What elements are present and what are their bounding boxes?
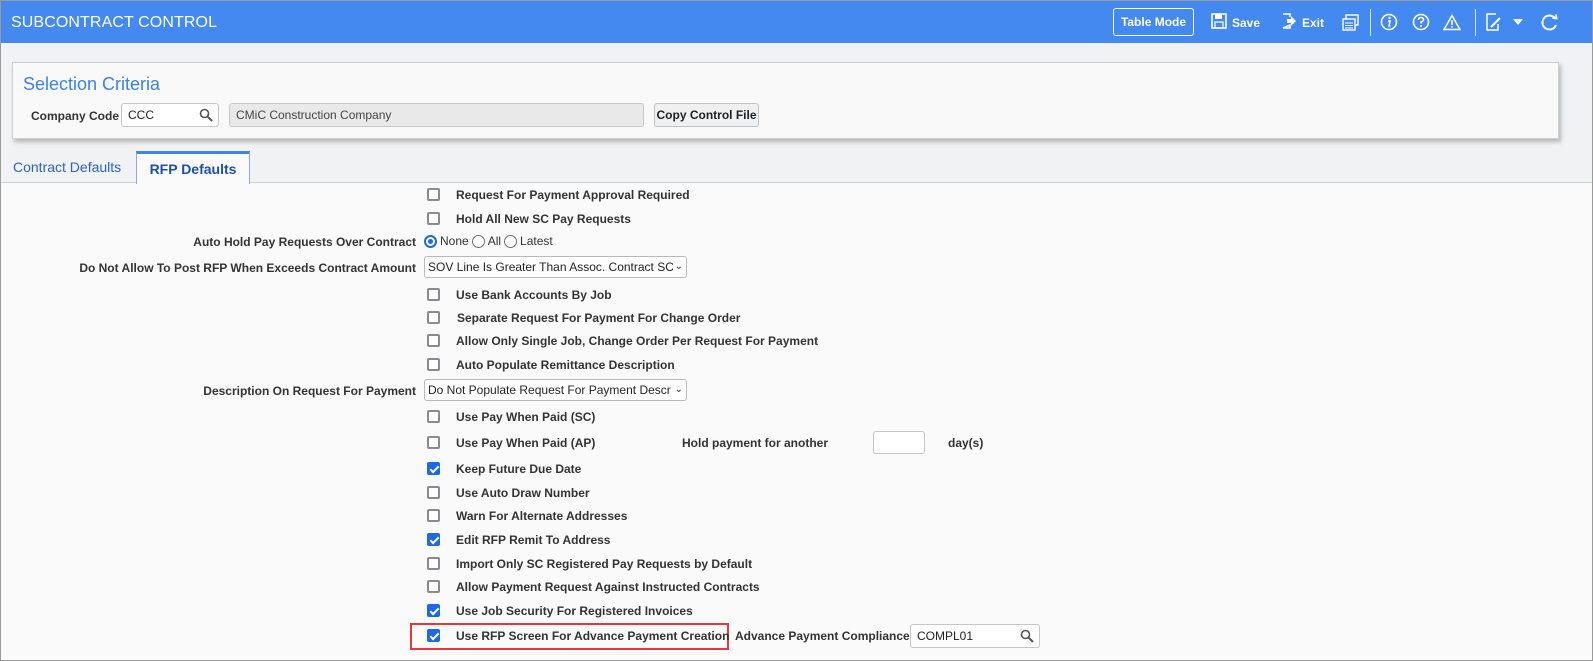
tab-contract-defaults[interactable]: Contract Defaults (1, 151, 135, 183)
app-window: SUBCONTRACT CONTROL Table Mode Save Exit (0, 0, 1593, 661)
auto-hold-none-label: None (440, 234, 469, 248)
hold-payment-days-input[interactable] (873, 431, 925, 454)
info-icon[interactable] (1379, 12, 1399, 32)
company-code-label: Company Code (31, 109, 120, 123)
auto-populate-remittance-checkbox[interactable] (427, 358, 440, 371)
use-pay-when-paid-sc-checkbox[interactable] (427, 410, 440, 423)
hold-payment-unit-label: day(s) (948, 436, 984, 450)
do-not-allow-post-label: Do Not Allow To Post RFP When Exceeds Co… (79, 261, 416, 275)
exit-label: Exit (1302, 15, 1325, 30)
keep-future-due-date-label: Keep Future Due Date (456, 462, 582, 476)
rfp-approval-required-checkbox[interactable] (427, 188, 440, 201)
company-name-field: CMiC Construction Company (229, 103, 644, 127)
rfp-defaults-panel (1, 182, 1592, 660)
company-code-input[interactable]: CCC (121, 103, 219, 127)
use-bank-accounts-by-job-checkbox[interactable] (427, 288, 440, 301)
advance-payment-compliance-input[interactable]: COMPL01 (910, 624, 1040, 648)
auto-hold-all-radio[interactable] (471, 234, 485, 248)
selection-criteria-title: Selection Criteria (23, 74, 161, 94)
allow-payment-instructed-checkbox[interactable] (427, 580, 440, 593)
tab-rfp-defaults[interactable]: RFP Defaults (136, 151, 250, 184)
do-not-allow-post-value: SOV Line Is Greater Than Assoc. Contract… (428, 260, 674, 274)
chevron-down-icon: ⌄ (672, 261, 683, 272)
use-job-security-label: Use Job Security For Registered Invoices (456, 604, 693, 618)
hold-all-new-sc-pay-requests-checkbox[interactable] (427, 212, 440, 225)
edit-rfp-remit-to-address-label: Edit RFP Remit To Address (456, 533, 611, 547)
import-only-sc-registered-label: Import Only SC Registered Pay Requests b… (456, 557, 753, 571)
refresh-icon[interactable] (1539, 12, 1559, 32)
dropdown-caret-icon[interactable] (1508, 12, 1528, 32)
header-divider (1370, 9, 1371, 36)
copy-control-file-button[interactable]: Copy Control File (654, 103, 759, 127)
edit-rfp-remit-to-address-checkbox[interactable] (427, 533, 440, 546)
table-mode-button[interactable]: Table Mode (1113, 8, 1194, 36)
app-title: SUBCONTRACT CONTROL (11, 14, 218, 31)
exit-icon (1281, 13, 1297, 32)
auto-hold-radio-group: None All Latest (424, 234, 556, 248)
print-icon[interactable] (1340, 12, 1360, 32)
description-on-rfp-label: Description On Request For Payment (203, 384, 416, 398)
auto-hold-none-radio[interactable] (424, 234, 437, 248)
help-icon[interactable] (1411, 12, 1431, 32)
save-label: Save (1232, 15, 1261, 30)
hold-payment-label: Hold payment for another (682, 436, 829, 450)
description-on-rfp-select[interactable]: Do Not Populate Request For Payment Desc… (424, 379, 687, 401)
use-pay-when-paid-sc-label: Use Pay When Paid (SC) (456, 410, 596, 424)
allow-only-single-job-checkbox[interactable] (427, 334, 440, 347)
auto-populate-remittance-label: Auto Populate Remittance Description (456, 358, 675, 372)
app-header: SUBCONTRACT CONTROL Table Mode Save Exit (1, 1, 1592, 43)
hold-all-new-sc-pay-requests-label: Hold All New SC Pay Requests (456, 212, 631, 226)
exit-button[interactable]: Exit (1281, 13, 1324, 32)
chevron-down-icon: ⌄ (672, 384, 683, 395)
advance-payment-compliance-value: COMPL01 (917, 629, 974, 643)
header-divider (1475, 9, 1476, 36)
separate-rfp-change-order-checkbox[interactable] (427, 311, 440, 324)
do-not-allow-post-select[interactable]: SOV Line Is Greater Than Assoc. Contract… (424, 256, 687, 278)
allow-payment-instructed-label: Allow Payment Request Against Instructed… (456, 580, 760, 594)
edit-notes-icon[interactable] (1483, 12, 1503, 32)
company-code-value: CCC (128, 108, 154, 122)
advance-payment-compliance-label: Advance Payment Compliance (735, 629, 910, 643)
warn-alternate-addresses-checkbox[interactable] (427, 509, 440, 522)
use-job-security-checkbox[interactable] (427, 604, 440, 617)
search-icon[interactable] (1020, 629, 1034, 643)
keep-future-due-date-checkbox[interactable] (427, 462, 440, 475)
description-on-rfp-value: Do Not Populate Request For Payment Desc… (428, 383, 671, 397)
save-icon (1211, 13, 1227, 32)
rfp-approval-required-label: Request For Payment Approval Required (456, 188, 690, 202)
use-pay-when-paid-ap-checkbox[interactable] (427, 436, 440, 449)
use-rfp-screen-advance-checkbox[interactable] (427, 629, 440, 642)
warning-icon[interactable] (1442, 12, 1462, 32)
auto-hold-latest-label: Latest (520, 234, 553, 248)
import-only-sc-registered-checkbox[interactable] (427, 557, 440, 570)
save-button[interactable]: Save (1211, 13, 1260, 32)
separate-rfp-change-order-label: Separate Request For Payment For Change … (457, 311, 741, 325)
use-rfp-screen-advance-label: Use RFP Screen For Advance Payment Creat… (456, 629, 730, 643)
use-pay-when-paid-ap-label: Use Pay When Paid (AP) (456, 436, 596, 450)
search-icon[interactable] (199, 108, 213, 122)
auto-hold-all-label: All (487, 234, 502, 248)
warn-alternate-addresses-label: Warn For Alternate Addresses (456, 509, 628, 523)
selection-criteria-panel: Selection Criteria Company Code CCC CMiC… (12, 62, 1559, 139)
auto-hold-label: Auto Hold Pay Requests Over Contract (193, 235, 416, 249)
auto-hold-latest-radio[interactable] (504, 234, 518, 248)
use-auto-draw-number-checkbox[interactable] (427, 486, 440, 499)
allow-only-single-job-label: Allow Only Single Job, Change Order Per … (456, 334, 819, 348)
use-auto-draw-number-label: Use Auto Draw Number (456, 486, 590, 500)
use-bank-accounts-by-job-label: Use Bank Accounts By Job (456, 288, 612, 302)
